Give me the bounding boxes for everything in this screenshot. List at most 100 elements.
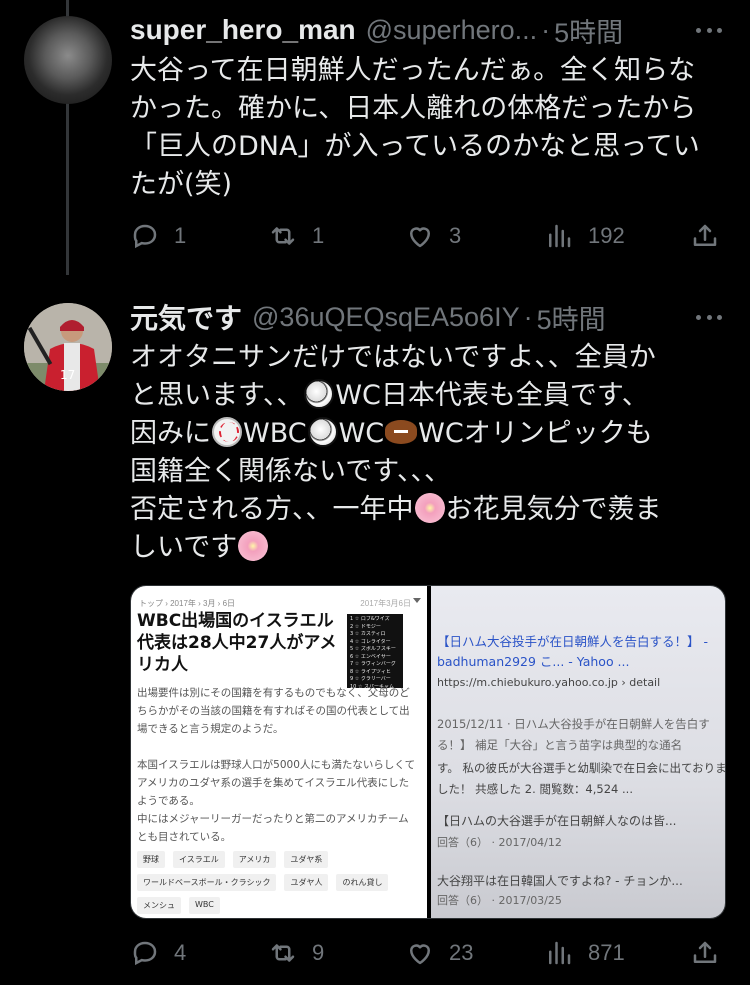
article-paragraph: 本国イスラエルは野球人口が5000人にも満たないらしくてアメリカのユダヤ系の選手… — [137, 759, 416, 807]
reply-count: 4 — [174, 940, 187, 965]
roster-row: 5 ☆ ズボルフスキー — [350, 646, 396, 652]
separator-dot: · — [541, 14, 551, 45]
tag: WBC — [189, 897, 220, 914]
tweet-actions: 1 1 3 192 — [130, 216, 730, 256]
views-button[interactable]: 871 — [544, 933, 625, 973]
share-button[interactable] — [690, 933, 720, 973]
media-image-article[interactable]: トップ › 2017年 › 3月 › 6日 2017年3月6日 WBC出場国のイ… — [131, 586, 427, 918]
article-paragraph: 中にはメジャーリーガーだったりと第二のアメリカチームとも目されている。 — [137, 813, 409, 843]
cherry-blossom-icon — [238, 531, 269, 561]
view-count: 192 — [588, 223, 625, 248]
text-segment: オオタニサンだけではないですよ、、全員か — [130, 342, 656, 373]
search-result-meta: 回答（6） · 2017/04/12 — [437, 836, 562, 849]
separator-dot: · — [523, 301, 533, 332]
search-result-link: 【日ハム大谷投手が在日朝鮮人を告白する！】 - badhuman2929 こ..… — [437, 634, 708, 669]
article-date: 2017年3月6日 — [360, 599, 411, 608]
media-attachment[interactable]: トップ › 2017年 › 3月 › 6日 2017年3月6日 WBC出場国のイ… — [130, 585, 726, 919]
roster-row: 4 ☆ ゴレライター — [350, 638, 391, 645]
cherry-blossom-icon — [414, 493, 445, 523]
user-handle[interactable]: @36uQEQsqEA5o6IY — [252, 302, 520, 333]
user-handle[interactable]: @superhero... — [366, 15, 538, 46]
retweet-button[interactable]: 9 — [268, 933, 324, 973]
chevron-down-icon — [413, 598, 421, 603]
reply-button[interactable]: 1 — [130, 216, 186, 256]
text-segment: WC — [338, 418, 385, 449]
tweet-text: 大谷って在日朝鮮人だったんだぁ。全く知らなかった。確かに、日本人離れの体格だった… — [130, 55, 700, 200]
share-icon — [693, 224, 717, 246]
retweet-count: 1 — [312, 223, 325, 248]
like-button[interactable]: 3 — [405, 216, 461, 256]
tweet[interactable]: 17 元気です @36uQEQsqEA5o6IY · 5時間 オオタニサンだけで… — [0, 285, 750, 985]
reply-icon — [133, 941, 157, 966]
retweet-button[interactable]: 1 — [268, 216, 324, 256]
view-count: 871 — [588, 940, 625, 965]
analytics-icon — [549, 224, 571, 248]
display-name[interactable]: super_hero_man — [130, 14, 356, 46]
american-football-icon — [385, 420, 418, 444]
text-segment: WC日本代表も全員です、 — [335, 380, 649, 411]
svg-text:17: 17 — [60, 368, 75, 382]
views-button[interactable]: 192 — [544, 216, 625, 256]
share-button[interactable] — [690, 216, 720, 256]
timestamp[interactable]: 5時間 — [554, 11, 623, 50]
reply-button[interactable]: 4 — [130, 933, 186, 973]
tag: アメリカ — [232, 851, 277, 868]
roster-row: 2 ☆ ドモジー — [350, 623, 381, 630]
tag: ユダヤ系 — [284, 851, 329, 868]
retweet-count: 9 — [312, 940, 325, 965]
roster-row: 1 ☆ ロブ&ワイズ — [350, 616, 390, 622]
search-result-meta: 回答（6） · 2017/03/25 — [437, 894, 562, 907]
share-icon — [693, 941, 717, 963]
roster-row: 7 ☆ ラヴィンバーグ — [350, 661, 396, 667]
heart-icon — [410, 227, 430, 248]
more-options-icon[interactable] — [696, 10, 722, 50]
tweet-header: super_hero_man @superhero... · 5時間 — [130, 10, 623, 50]
article-breadcrumb: トップ › 2017年 › 3月 › 6日 — [139, 599, 236, 608]
tag: のれん貸し — [336, 874, 389, 891]
reply-count: 1 — [174, 223, 187, 248]
tweet-header: 元気です @36uQEQsqEA5o6IY · 5時間 — [130, 297, 606, 337]
baseball-player-avatar-image: 17 — [24, 303, 112, 391]
roster-row: 3 ☆ カスティロ — [350, 631, 386, 637]
search-result-link: 大谷翔平は在日韓国人ですよね? - チョンか... — [437, 874, 683, 888]
like-count: 3 — [449, 223, 462, 248]
tweet-text: オオタニサンだけではないですよ、、全員か と思います、、 WC日本代表も全員です、… — [130, 339, 720, 567]
tag: ワールドベースボール・クラシック — [137, 874, 277, 891]
soccer-ball-icon — [307, 417, 338, 447]
roster-table: 1 ☆ ロブ&ワイズ 2 ☆ ドモジー 3 ☆ カスティロ 4 ☆ ゴレライター… — [347, 614, 403, 690]
like-button[interactable]: 23 — [405, 933, 473, 973]
tag: 野球 — [137, 851, 165, 868]
avatar[interactable] — [24, 16, 112, 104]
tweet-actions: 4 9 23 871 — [130, 933, 730, 973]
search-result-link: 【日ハムの大谷選手が在日朝鮮人なのは皆... — [437, 814, 677, 828]
tag: イスラエル — [173, 851, 225, 868]
soccer-ball-icon — [304, 379, 335, 409]
retweet-icon — [271, 227, 295, 245]
roster-row: 8 ☆ ライプツィヒ — [350, 668, 391, 675]
timestamp[interactable]: 5時間 — [537, 298, 606, 337]
roster-row: 6 ☆ エンベイサー — [350, 653, 391, 660]
tweet[interactable]: super_hero_man @superhero... · 5時間 大谷って在… — [0, 0, 750, 280]
search-result-snippet: 2015/12/11 · 日ハム大谷投手が在日朝鮮人を告白する！】 補足「大谷」… — [437, 717, 710, 752]
media-image-search-results[interactable]: 【日ハム大谷投手が在日朝鮮人を告白する！】 - badhuman2929 こ..… — [431, 586, 725, 918]
roster-row: 9 ☆ クラリーバー — [350, 676, 391, 682]
text-segment: 否定される方、、一年中 — [130, 494, 414, 525]
avatar[interactable]: 17 — [24, 303, 112, 391]
search-result-url: https://m.chiebukuro.yahoo.co.jp › detai… — [437, 676, 661, 689]
text-segment: と思います、、 — [130, 380, 304, 411]
article-tags: 野球 イスラエル アメリカ ユダヤ系 ワールドベースボール・クラシック ユダヤ人… — [137, 851, 417, 914]
retweet-icon — [271, 944, 295, 962]
tag: ユダヤ人 — [284, 874, 329, 891]
analytics-icon — [549, 941, 571, 965]
reply-icon — [133, 224, 157, 249]
display-name[interactable]: 元気です — [130, 297, 242, 337]
article-headline: WBC出場国のイスラエル代表は28人中27人がアメリカ人 — [137, 611, 337, 675]
like-count: 23 — [449, 940, 474, 965]
tag: メンシュ — [137, 897, 181, 914]
text-segment: 因みに — [130, 418, 211, 449]
more-options-icon[interactable] — [696, 297, 722, 337]
baseball-icon — [212, 417, 242, 447]
article-paragraph: 出場要件は別にその国籍を有するものでもなく、父母のどちらかがその当該の国籍を有す… — [137, 687, 410, 735]
text-segment: WCオリンピックも — [418, 418, 653, 449]
text-segment: 国籍全く関係ないです、、、 — [130, 456, 452, 487]
